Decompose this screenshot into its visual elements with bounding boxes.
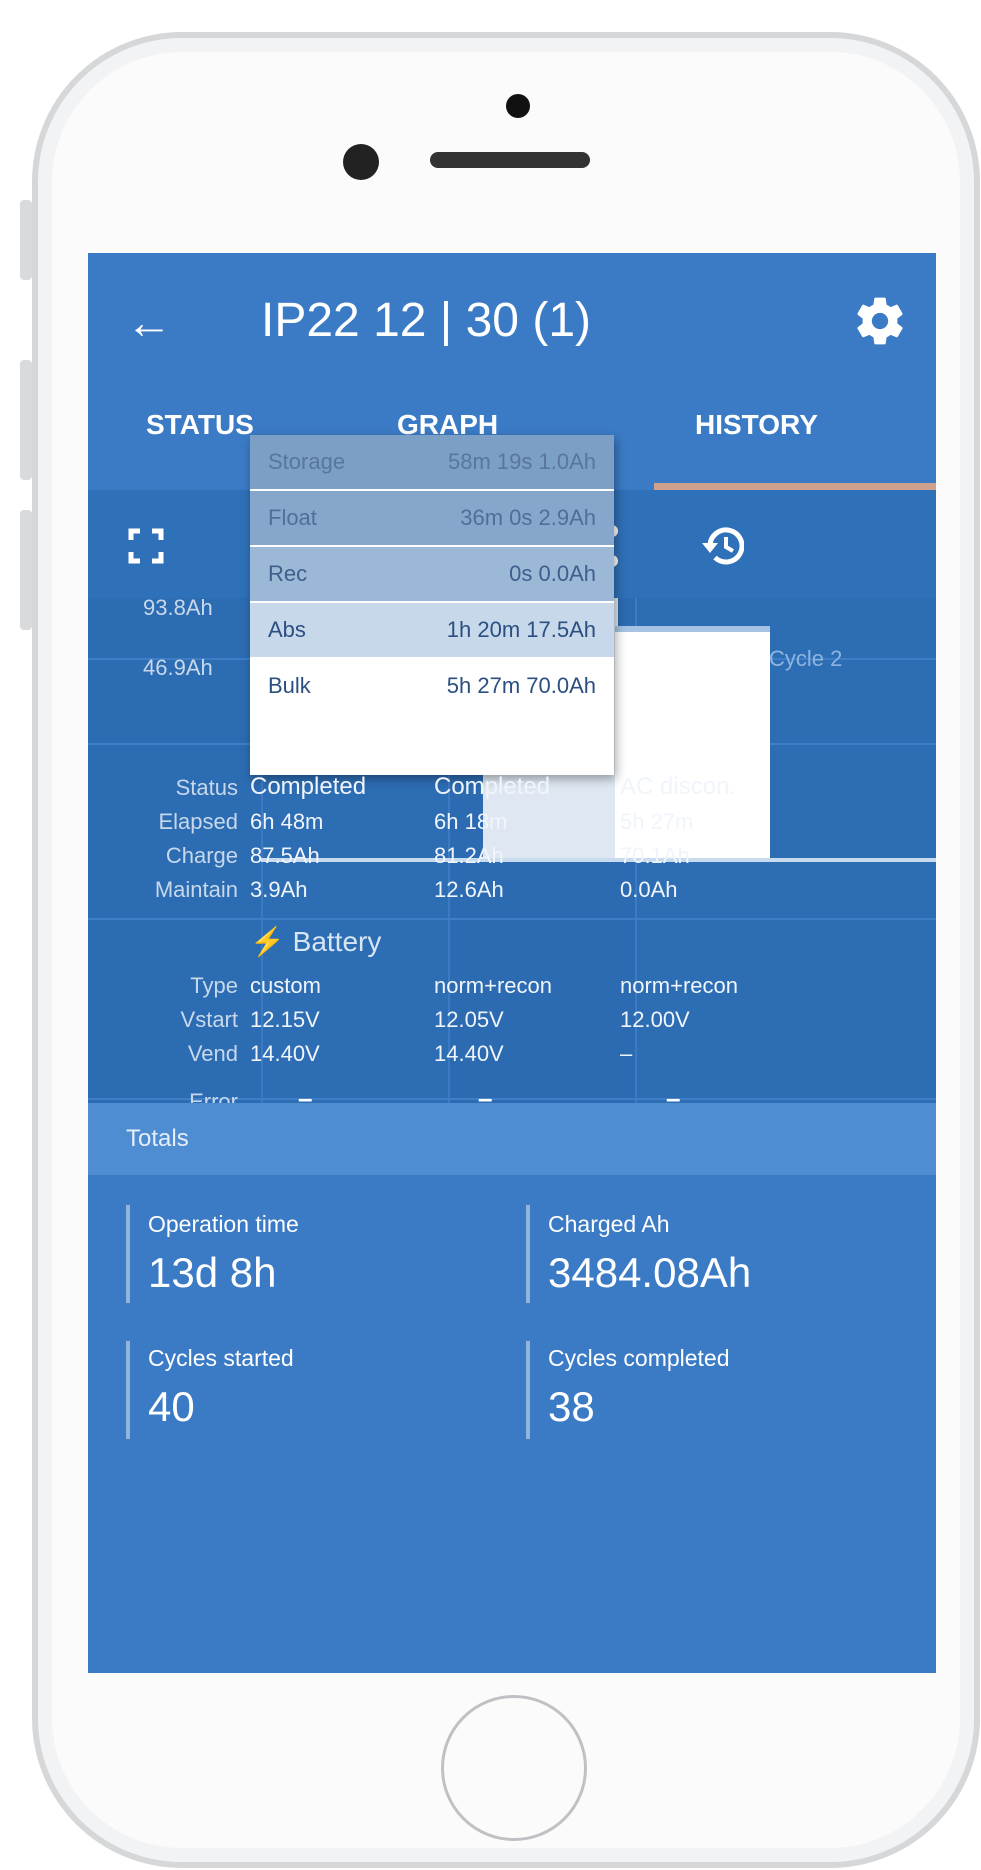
mute-switch [20,200,32,280]
fullscreen-icon[interactable] [128,528,164,564]
app-screen: ← IP22 12 | 30 (1) STATUS GRAPH HISTORY … [88,253,936,1673]
volume-up-button [20,360,32,480]
popup-row-bulk: Bulk 5h 27m 70.0Ah [250,659,614,713]
active-tab-indicator [654,483,936,490]
grid-line [88,918,936,920]
popup-row-value: 1h 20m 17.5Ah [446,617,596,642]
earpiece-speaker [430,152,590,168]
cycles-completed-value: 38 [548,1383,595,1430]
front-sensor [506,94,530,118]
cycle-3-charge: 70.1Ah [620,843,690,868]
operation-time-label: Operation time [148,1211,299,1237]
row-label-status: Status [175,775,238,800]
cycle-3-status: AC discon. [620,773,737,800]
battery-section-header: ⚡ Battery [250,925,381,958]
popup-row-name: Rec [268,561,308,586]
gear-icon[interactable] [852,293,908,349]
totals-divider [526,1205,530,1303]
y-tick-label: 46.9Ah [143,655,213,680]
row-label-type: Type [190,973,238,998]
cycle-1-type: custom [250,973,321,998]
volume-down-button [20,510,32,630]
popup-row-name: Float [268,505,317,530]
battery-label: Battery [292,926,382,957]
cycle-2-vstart: 12.05V [434,1007,504,1032]
popup-row-abs: Abs 1h 20m 17.5Ah [250,603,614,657]
cycle-1-vend: 14.40V [250,1041,320,1066]
charged-ah-value: 3484.08Ah [548,1249,752,1296]
cycle-2-type: norm+recon [434,973,553,998]
totals-header: Totals [88,1103,936,1175]
charged-ah-label: Charged Ah [548,1211,670,1237]
operation-time-value: 13d 8h [148,1249,277,1296]
page-title: IP22 12 | 30 (1) [261,294,591,347]
tab-status[interactable]: STATUS [146,405,254,445]
cycle-1-charge: 87.5Ah [250,843,320,868]
popup-row-value: 5h 27m 70.0Ah [446,673,596,698]
popup-row-name: Abs [268,617,306,642]
row-label-vstart: Vstart [180,1007,238,1032]
row-label-charge: Charge [165,843,238,868]
popup-row-name: Bulk [268,673,311,698]
row-label-vend: Vend [187,1041,238,1066]
popup-row-name: Storage [268,449,346,474]
cycles-completed-label: Cycles completed [548,1345,730,1371]
cycle-3-maintain: 0.0Ah [620,877,678,902]
tab-history[interactable]: HISTORY [695,405,818,445]
totals-divider [126,1341,130,1439]
cycles-started-label: Cycles started [148,1345,294,1371]
totals-divider [526,1341,530,1439]
y-tick-label: 93.8Ah [143,595,213,620]
cycle-2-charge: 81.2Ah [434,843,504,868]
cycle-detail-popup[interactable]: Storage 58m 19s 1.0Ah Float 36m 0s 2.9Ah… [250,435,614,775]
totals-label: Totals [126,1125,189,1152]
popup-row-rec: Rec 0s 0.0Ah [250,547,614,601]
home-button[interactable] [441,1695,587,1841]
cycle-2-status: Completed [434,773,551,800]
cycle-3-vstart: 12.00V [620,1007,690,1032]
chart-x-axis [261,858,936,862]
cycle-1-status: Completed [250,773,367,800]
cycle-3-elapsed: 5h 27m [620,809,694,834]
cycle-3-type: norm+recon [620,973,739,998]
row-label-elapsed: Elapsed [158,809,238,834]
totals-panel: Operation time 13d 8h Charged Ah 3484.08… [88,1175,936,1673]
popup-row-value: 58m 19s 1.0Ah [448,449,596,474]
cycle-2-vend: 14.40V [434,1041,504,1066]
bolt-icon: ⚡ [250,926,285,957]
popup-row-value: 0s 0.0Ah [509,561,596,586]
history-restore-icon[interactable] [700,526,744,566]
cycle-3-vend: – [620,1041,633,1066]
popup-row-value: 36m 0s 2.9Ah [460,505,596,530]
back-arrow-icon[interactable]: ← [126,297,172,347]
cycle-2-maintain: 12.6Ah [434,877,504,902]
popup-row-float: Float 36m 0s 2.9Ah [250,491,614,545]
totals-divider [126,1205,130,1303]
cycle-1-elapsed: 6h 48m [250,809,324,834]
cycle-1-maintain: 3.9Ah [250,877,308,902]
bar-segment-abs [615,626,770,632]
row-label-maintain: Maintain [154,877,238,902]
cycles-started-value: 40 [148,1383,195,1430]
front-camera [343,144,379,180]
cycle-1-vstart: 12.15V [250,1007,320,1032]
popup-row-storage: Storage 58m 19s 1.0Ah [250,435,614,489]
cycle-2-elapsed: 6h 18m [434,809,508,834]
cycle-label: Cycle 2 [769,646,843,671]
